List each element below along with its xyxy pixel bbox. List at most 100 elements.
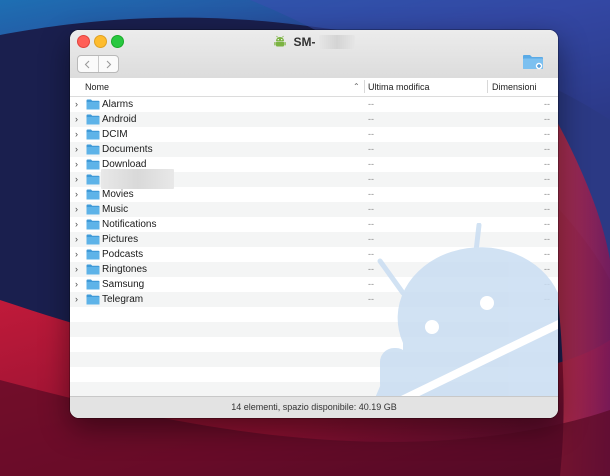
empty-row	[70, 382, 558, 397]
file-size: --	[544, 129, 550, 139]
file-modified: --	[368, 219, 374, 229]
folder-icon	[86, 129, 100, 140]
file-size: --	[544, 264, 550, 274]
folder-icon	[86, 249, 100, 260]
file-modified: --	[368, 249, 374, 259]
disclosure-chevron-icon[interactable]: ›	[75, 142, 78, 157]
table-row[interactable]: › Pictures -- --	[70, 232, 558, 247]
new-folder-icon	[523, 55, 543, 70]
empty-row	[70, 352, 558, 367]
table-row[interactable]: › Alarms -- --	[70, 97, 558, 112]
table-row[interactable]: › Ringtones -- --	[70, 262, 558, 277]
folder-icon	[86, 144, 100, 155]
table-row[interactable]: › -- --	[70, 169, 558, 189]
folder-icon	[86, 294, 100, 305]
disclosure-chevron-icon[interactable]: ›	[75, 232, 78, 247]
disclosure-chevron-icon[interactable]: ›	[75, 292, 78, 307]
file-name: Telegram	[102, 294, 144, 305]
table-row[interactable]: › Telegram -- --	[70, 292, 558, 307]
table-row[interactable]: › DCIM -- --	[70, 127, 558, 142]
file-modified: --	[368, 159, 374, 169]
file-name: Alarms	[102, 99, 134, 110]
folder-icon	[86, 99, 100, 110]
file-name: Android	[102, 114, 137, 125]
status-bar: 14 elementi, spazio disponibile: 40.19 G…	[70, 396, 558, 418]
disclosure-chevron-icon[interactable]: ›	[75, 172, 78, 187]
folder-icon	[86, 279, 100, 290]
folder-icon	[86, 159, 100, 170]
table-row[interactable]: › Notifications -- --	[70, 217, 558, 232]
folder-icon	[86, 189, 100, 200]
table-row[interactable]: › Movies -- --	[70, 187, 558, 202]
folder-icon	[86, 114, 100, 125]
new-folder-button[interactable]	[522, 53, 544, 71]
file-modified: --	[368, 114, 374, 124]
file-modified: --	[368, 189, 374, 199]
chevron-left-icon	[84, 60, 90, 68]
column-divider[interactable]	[487, 80, 488, 93]
disclosure-chevron-icon[interactable]: ›	[75, 127, 78, 142]
folder-icon	[86, 219, 100, 230]
file-name: Music	[102, 204, 129, 215]
column-divider[interactable]	[364, 80, 365, 93]
file-size: --	[544, 234, 550, 244]
file-size: --	[544, 294, 550, 304]
file-size: --	[544, 204, 550, 214]
file-size: --	[544, 249, 550, 259]
file-modified: --	[368, 294, 374, 304]
column-header-row: Nome ⌃ Ultima modifica Dimensioni	[70, 78, 558, 97]
disclosure-chevron-icon[interactable]: ›	[75, 112, 78, 127]
disclosure-chevron-icon[interactable]: ›	[75, 277, 78, 292]
table-row[interactable]: › Android -- --	[70, 112, 558, 127]
file-name: Pictures	[102, 234, 139, 245]
empty-row	[70, 307, 558, 322]
disclosure-chevron-icon[interactable]: ›	[75, 187, 78, 202]
file-name: Podcasts	[102, 249, 144, 260]
table-row[interactable]: › Documents -- --	[70, 142, 558, 157]
disclosure-chevron-icon[interactable]: ›	[75, 247, 78, 262]
empty-row	[70, 322, 558, 337]
file-modified: --	[368, 279, 374, 289]
navigation-buttons	[77, 55, 119, 73]
folder-icon	[86, 204, 100, 215]
column-header-size[interactable]: Dimensioni	[492, 82, 537, 92]
file-size: --	[544, 114, 550, 124]
column-header-name[interactable]: Nome	[85, 82, 109, 92]
forward-button[interactable]	[97, 56, 119, 72]
file-name: Notifications	[102, 219, 157, 230]
disclosure-chevron-icon[interactable]: ›	[75, 202, 78, 217]
column-header-modified[interactable]: Ultima modifica	[368, 82, 430, 92]
redacted-folder-name	[101, 169, 174, 189]
disclosure-chevron-icon[interactable]: ›	[75, 157, 78, 172]
title-bar[interactable]: SM-	[70, 30, 558, 79]
chevron-right-icon	[106, 60, 112, 68]
file-size: --	[544, 219, 550, 229]
window-title: SM-	[70, 33, 558, 49]
file-browser-window: SM- Nome ⌃ Ultima modifica Dimensioni › …	[70, 30, 558, 418]
file-modified: --	[368, 264, 374, 274]
disclosure-chevron-icon[interactable]: ›	[75, 97, 78, 112]
file-size: --	[544, 159, 550, 169]
empty-row	[70, 367, 558, 382]
disclosure-chevron-icon[interactable]: ›	[75, 217, 78, 232]
sort-ascending-icon: ⌃	[353, 82, 360, 91]
file-name: Documents	[102, 144, 153, 155]
table-row[interactable]: › Music -- --	[70, 202, 558, 217]
table-row[interactable]: › Samsung -- --	[70, 277, 558, 292]
window-title-text: SM-	[293, 34, 316, 49]
empty-row	[70, 337, 558, 352]
android-device-icon	[274, 35, 286, 47]
file-size: --	[544, 279, 550, 289]
file-name: DCIM	[102, 129, 128, 140]
disclosure-chevron-icon[interactable]: ›	[75, 262, 78, 277]
file-list: › Alarms -- -- › Android -- -- › DCIM -- -- › Documen…	[70, 97, 558, 397]
table-row[interactable]: › Podcasts -- --	[70, 247, 558, 262]
folder-icon	[86, 264, 100, 275]
file-modified: --	[368, 174, 374, 184]
file-name: Samsung	[102, 279, 145, 290]
file-size: --	[544, 144, 550, 154]
back-button[interactable]	[78, 56, 98, 72]
file-size: --	[544, 189, 550, 199]
file-modified: --	[368, 204, 374, 214]
file-modified: --	[368, 234, 374, 244]
